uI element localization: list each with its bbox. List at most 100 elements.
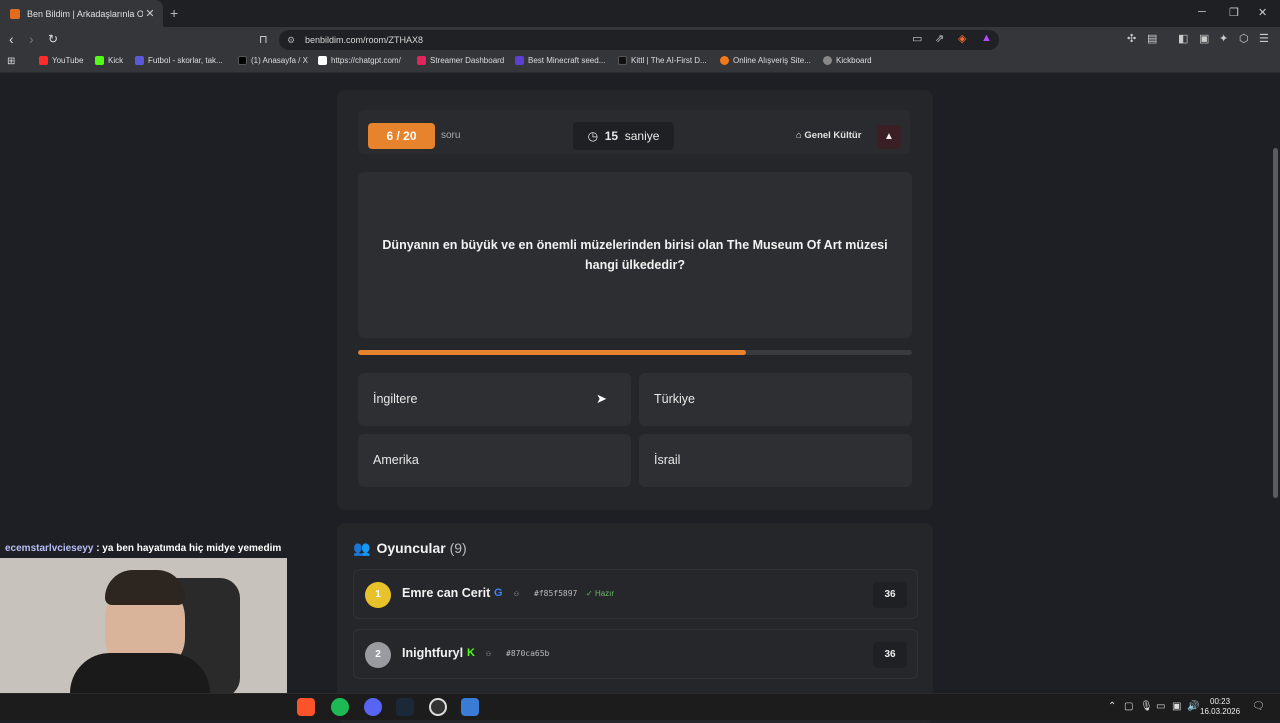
share-icon[interactable]: ⇗	[935, 32, 944, 45]
minecraft-icon	[515, 56, 524, 65]
tray-app-icon[interactable]: ▢	[1124, 701, 1133, 712]
brave-shield-icon[interactable]: ◈	[958, 32, 966, 45]
chat-message: ecemstarlvcieseyy : ya ben hayatımda hiç…	[5, 543, 281, 554]
discord-app-icon[interactable]	[364, 698, 382, 716]
back-icon[interactable]: ‹	[9, 31, 14, 47]
display-icon[interactable]: ▭	[1156, 701, 1165, 712]
vpn-icon[interactable]: ⬡	[1239, 32, 1249, 45]
sidebar-icon[interactable]: ◧	[1178, 32, 1188, 45]
restore-icon[interactable]: ❐	[1229, 6, 1239, 19]
users-icon: 👥	[353, 540, 371, 556]
system-clock[interactable]: 00:23 16.03.2026	[1200, 697, 1240, 717]
google-icon: G	[494, 587, 503, 599]
tag-icon: ⌂	[796, 130, 802, 141]
player-name: Emre can Cerit	[402, 586, 491, 600]
tray-expand-icon[interactable]: ⌃	[1108, 701, 1116, 712]
steam-app-icon[interactable]	[396, 698, 414, 716]
category-label: ⌂ Genel Kültür	[796, 130, 861, 141]
player-id: #870ca65b	[506, 649, 550, 658]
answer-option-2[interactable]: Türkiye	[639, 373, 912, 426]
tab-search-icon[interactable]: ▤	[1147, 32, 1157, 45]
bookmark-kittl[interactable]: Kittl | The AI-First D...	[618, 56, 707, 65]
extensions-icon[interactable]: ✣	[1127, 32, 1136, 45]
app-icon[interactable]	[461, 698, 479, 716]
page-scrollbar[interactable]	[1270, 73, 1280, 693]
streamer-hair	[105, 570, 185, 605]
x-icon	[238, 56, 247, 65]
timer-value: 15	[604, 129, 619, 143]
spotify-app-icon[interactable]	[331, 698, 349, 716]
bookmark-minecraft[interactable]: Best Minecraft seed...	[515, 56, 605, 65]
bookmark-youtube[interactable]: YouTube	[39, 56, 83, 65]
answer-option-1[interactable]: İngiltere	[358, 373, 631, 426]
question-text: Dünyanın en büyük ve en önemli müzelerin…	[382, 238, 888, 272]
question-counter-unit: soru	[441, 130, 461, 141]
timer: ◷ 15 saniye	[573, 122, 674, 150]
answer-option-3[interactable]: Amerika	[358, 434, 631, 487]
time-progress-bar	[358, 350, 912, 355]
menu-icon[interactable]: ☰	[1259, 32, 1269, 45]
ready-status: ✓ Hazır	[586, 589, 615, 598]
user-icon: ⚇	[514, 589, 519, 598]
timer-unit: saniye	[624, 129, 660, 143]
chatgpt-icon	[318, 56, 327, 65]
warning-icon: ▲	[884, 131, 894, 142]
rank-badge: 2	[365, 642, 391, 668]
player-score: 36	[873, 642, 907, 668]
bookmark-trendyol[interactable]: Online Alışveriş Site...	[720, 56, 811, 65]
youtube-icon	[39, 56, 48, 65]
bookmark-chatgpt[interactable]: https://chatgpt.com/	[318, 56, 401, 65]
clock-time: 00:23	[1210, 697, 1231, 706]
close-window-icon[interactable]: ✕	[1258, 6, 1267, 19]
browser-tab[interactable]: Ben Bildim | Arkadaşlarınla Onlin ✕	[0, 0, 163, 27]
new-tab-icon[interactable]: +	[170, 5, 178, 21]
cast-icon[interactable]: ▭	[912, 32, 922, 45]
taskbar: ⌃ ▢ 🎙 ▭ ▣ 🔊 00:23 16.03.2026 🗨	[0, 693, 1280, 720]
close-tab-icon[interactable]: ✕	[143, 7, 157, 20]
microphone-icon[interactable]: 🎙	[1140, 701, 1153, 712]
scrollbar-thumb[interactable]	[1273, 148, 1278, 498]
site-info-icon[interactable]: ⚙	[287, 30, 295, 50]
reload-icon[interactable]: ↻	[48, 32, 58, 46]
chat-username: ecemstarlvcieseyy	[5, 543, 94, 554]
quiz-card: 6 / 20 soru ◷ 15 saniye ⌂ Genel Kültür ▲…	[337, 90, 933, 510]
kick-icon: K	[467, 647, 475, 659]
brave-rewards-icon[interactable]: ▲	[981, 32, 992, 44]
brave-app-icon[interactable]	[297, 698, 315, 716]
mouse-cursor-icon: ➤	[596, 391, 607, 406]
apps-grid-icon[interactable]: ⊞	[7, 56, 15, 67]
site-favicon-icon	[10, 8, 20, 19]
answer-option-4[interactable]: İsrail	[639, 434, 912, 487]
player-name: Inightfuryl	[402, 646, 464, 660]
bookmark-streamer-dashboard[interactable]: Streamer Dashboard	[417, 56, 504, 65]
network-icon[interactable]: ▣	[1172, 701, 1181, 712]
minimize-icon[interactable]: ─	[1198, 6, 1206, 18]
bookmark-icon[interactable]: ⊓	[259, 33, 268, 46]
bookmark-futbol[interactable]: Futbol - skorlar, tak...	[135, 56, 223, 65]
tab-title: Ben Bildim | Arkadaşlarınla Onlin	[27, 8, 143, 19]
rank-badge: 1	[365, 582, 391, 608]
time-progress-fill	[358, 350, 746, 355]
players-title: 👥 Oyuncular (9)	[353, 540, 467, 556]
player-row: 2 Inightfuryl K ⚇ #870ca65b 36	[353, 629, 918, 679]
obs-app-icon[interactable]	[429, 698, 447, 716]
quiz-header: 6 / 20 soru ◷ 15 saniye ⌂ Genel Kültür ▲	[358, 110, 910, 154]
forward-icon[interactable]: ›	[29, 31, 34, 47]
leo-ai-icon[interactable]: ✦	[1219, 32, 1228, 45]
notifications-icon[interactable]: 🗨	[1252, 701, 1265, 712]
bookmark-kickboard[interactable]: Kickboard	[823, 56, 872, 65]
bookmark-x[interactable]: (1) Anasayfa / X	[238, 56, 308, 65]
report-button[interactable]: ▲	[877, 125, 901, 149]
player-score: 36	[873, 582, 907, 608]
chat-text: : ya ben hayatımda hiç midye yemedim	[93, 543, 282, 554]
question-box: Dünyanın en büyük ve en önemli müzelerin…	[358, 172, 912, 338]
address-bar[interactable]: ⚙ benbildim.com/room/ZTHAX8	[279, 30, 999, 50]
clock-date: 16.03.2026	[1200, 707, 1241, 716]
shopping-icon	[720, 56, 729, 65]
bookmark-kick[interactable]: Kick	[95, 56, 123, 65]
wallet-icon[interactable]: ▣	[1199, 32, 1209, 45]
futbol-icon	[135, 56, 144, 65]
volume-icon[interactable]: 🔊	[1187, 701, 1199, 712]
kittl-icon	[618, 56, 627, 65]
bookmarks-bar: ⊞ YouTube Kick Futbol - skorlar, tak... …	[0, 53, 1280, 73]
